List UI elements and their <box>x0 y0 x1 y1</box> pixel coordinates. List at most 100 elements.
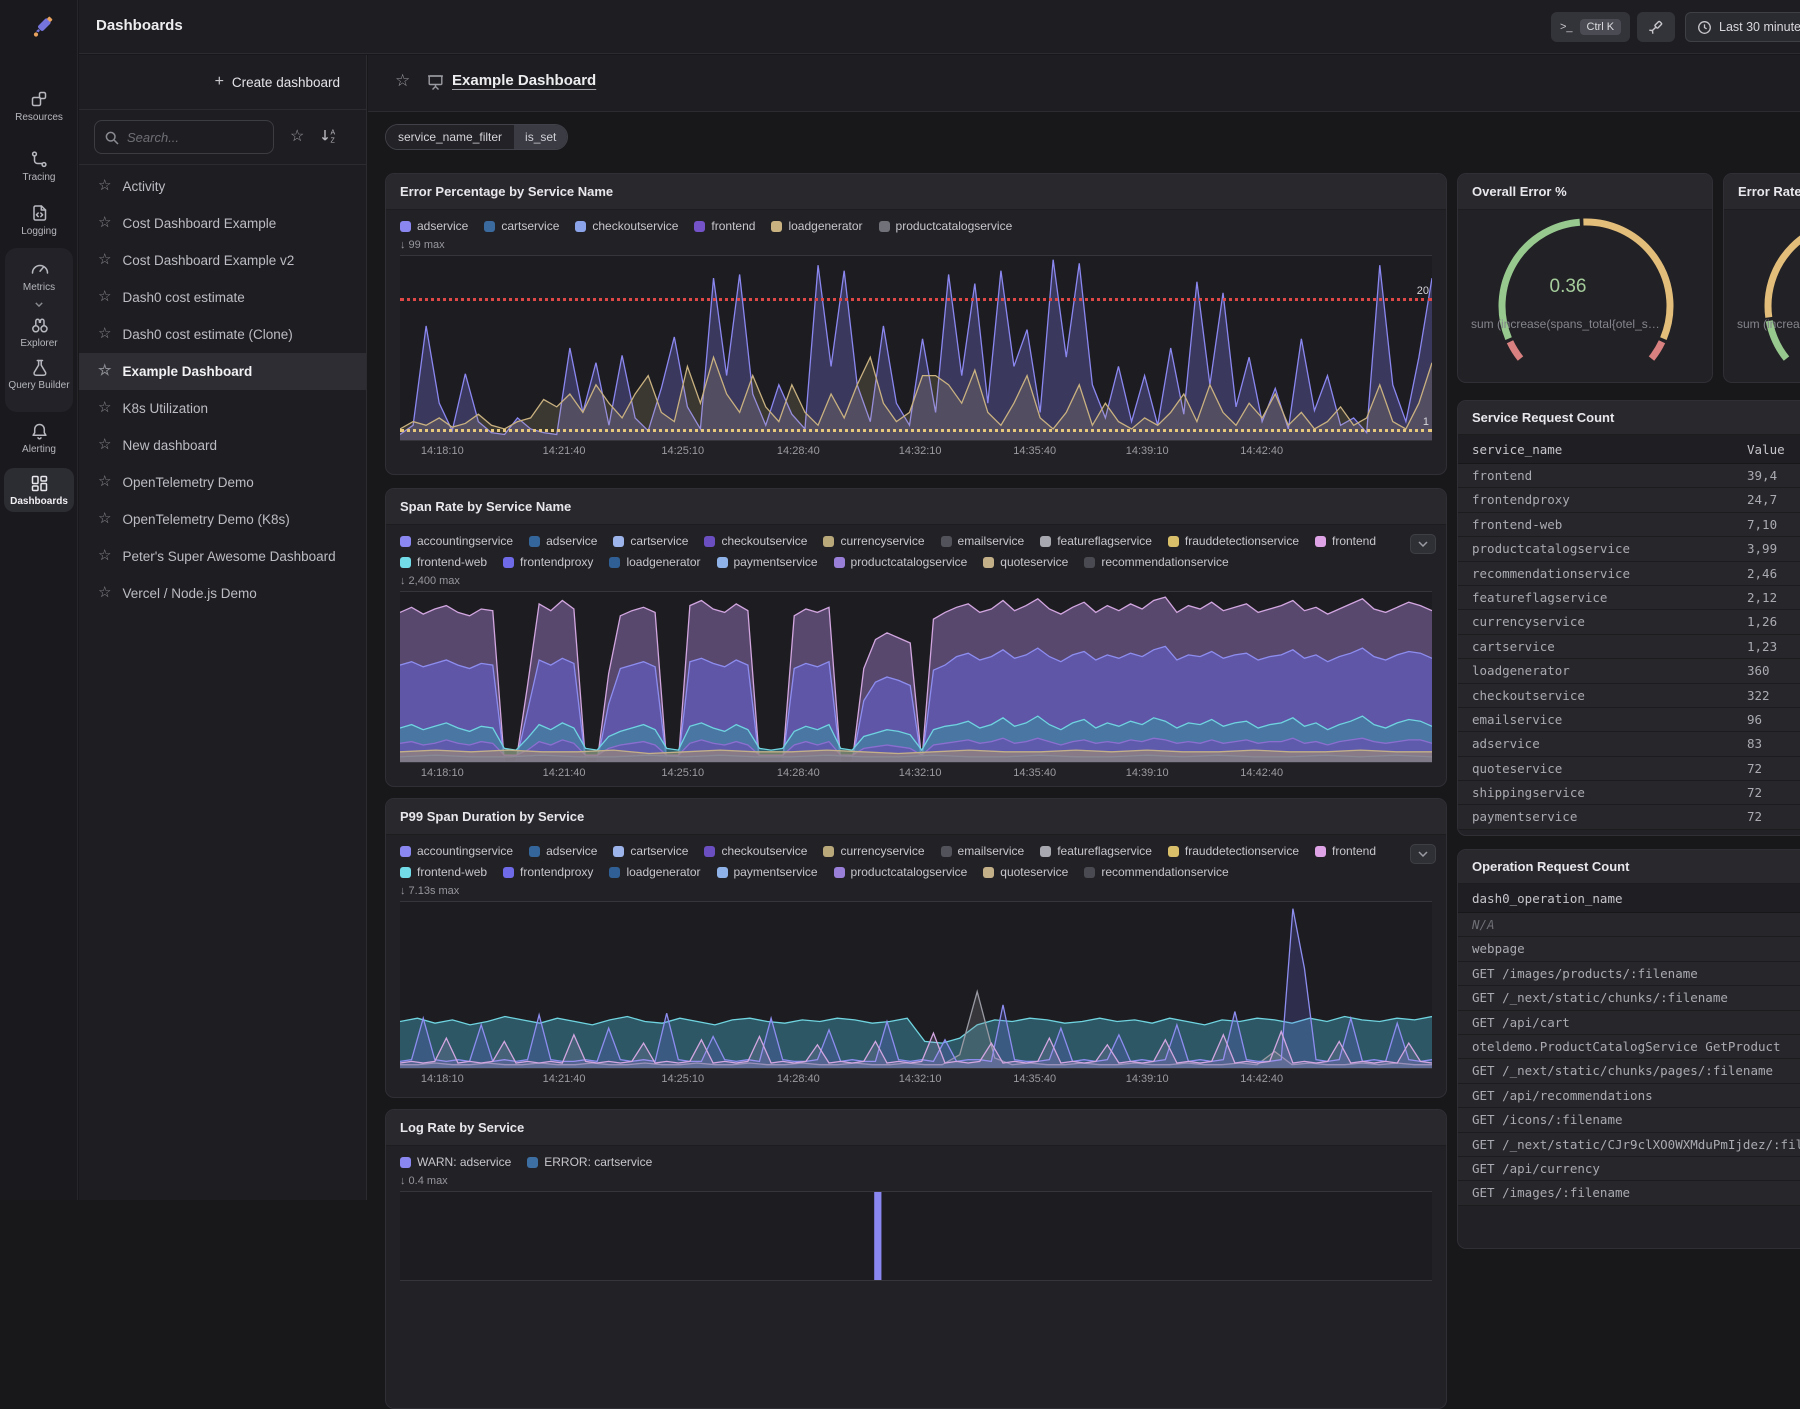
star-icon[interactable]: ☆ <box>98 547 111 565</box>
rail-item-resources[interactable]: Resources <box>4 84 74 128</box>
sidebar-item-peter-s-super-awesome-dashboard[interactable]: ☆Peter's Super Awesome Dashboard <box>79 538 366 575</box>
dash0-logo-icon[interactable] <box>21 12 57 53</box>
legend-item-loadgenerator[interactable]: loadgenerator <box>609 555 700 569</box>
legend-item-adservice[interactable]: adservice <box>400 219 468 233</box>
chart-plot-area[interactable]: 201 <box>400 255 1432 441</box>
legend-item-adservice[interactable]: adservice <box>529 844 597 858</box>
legend-item-cartservice[interactable]: cartservice <box>484 219 559 233</box>
table-row[interactable]: paymentservice72 <box>1458 805 1800 829</box>
legend-item-quoteservice[interactable]: quoteservice <box>983 555 1068 569</box>
search-input[interactable] <box>95 121 273 153</box>
star-icon[interactable]: ☆ <box>98 399 111 417</box>
legend-item-checkoutservice[interactable]: checkoutservice <box>575 219 678 233</box>
legend-item-frontend-web[interactable]: frontend-web <box>400 865 487 879</box>
table-row[interactable]: GET /_next/static/chunks/pages/:filename <box>1458 1059 1800 1083</box>
legend-item-frontend[interactable]: frontend <box>1315 844 1376 858</box>
favorite-star-icon[interactable]: ☆ <box>395 71 410 91</box>
table-row[interactable]: GET /icons/:filename <box>1458 1108 1800 1132</box>
legend-item-error-cartservice[interactable]: ERROR: cartservice <box>527 1155 652 1169</box>
table-row[interactable]: recommendationservice2,46 <box>1458 562 1800 586</box>
table-row[interactable]: productcatalogservice3,99 <box>1458 537 1800 561</box>
star-icon[interactable]: ☆ <box>98 473 111 491</box>
table-row[interactable]: quoteservice72 <box>1458 757 1800 781</box>
star-icon[interactable]: ☆ <box>98 362 111 380</box>
sidebar-item-dash0-cost-estimate-clone[interactable]: ☆Dash0 cost estimate (Clone) <box>79 316 366 353</box>
legend-expand-button[interactable] <box>1410 534 1436 554</box>
legend-item-productcatalogservice[interactable]: productcatalogservice <box>834 555 968 569</box>
rail-item-dashboards[interactable]: Dashboards <box>4 468 74 512</box>
legend-item-loadgenerator[interactable]: loadgenerator <box>609 865 700 879</box>
legend-item-emailservice[interactable]: emailservice <box>941 844 1025 858</box>
telescope-button[interactable] <box>1637 12 1675 42</box>
legend-item-accountingservice[interactable]: accountingservice <box>400 844 513 858</box>
legend-expand-button[interactable] <box>1410 844 1436 864</box>
star-icon[interactable]: ☆ <box>98 584 111 602</box>
time-range-button[interactable]: Last 30 minutes <box>1685 12 1800 42</box>
star-icon[interactable]: ☆ <box>98 436 111 454</box>
star-icon[interactable]: ☆ <box>98 288 111 306</box>
legend-item-quoteservice[interactable]: quoteservice <box>983 865 1068 879</box>
legend-item-frontend-web[interactable]: frontend-web <box>400 555 487 569</box>
star-icon[interactable]: ☆ <box>98 325 111 343</box>
chart-plot-area[interactable] <box>400 901 1432 1069</box>
legend-item-frontendproxy[interactable]: frontendproxy <box>503 555 593 569</box>
legend-item-recommendationservice[interactable]: recommendationservice <box>1084 865 1228 879</box>
table-row[interactable]: checkoutservice322 <box>1458 684 1800 708</box>
table-row[interactable]: frontend-web7,10 <box>1458 513 1800 537</box>
legend-item-featureflagservice[interactable]: featureflagservice <box>1040 844 1152 858</box>
table-row[interactable]: frontendproxy24,7 <box>1458 488 1800 512</box>
chart-plot-area[interactable] <box>400 591 1432 763</box>
command-palette-button[interactable]: >_ Ctrl K <box>1551 12 1630 42</box>
legend-item-productcatalogservice[interactable]: productcatalogservice <box>879 219 1013 233</box>
table-row[interactable]: webpage <box>1458 937 1800 961</box>
star-icon[interactable]: ☆ <box>98 177 111 195</box>
sidebar-item-new-dashboard[interactable]: ☆New dashboard <box>79 427 366 464</box>
rail-item-query-builder[interactable]: Query Builder <box>4 352 74 396</box>
legend-item-warn-adservice[interactable]: WARN: adservice <box>400 1155 511 1169</box>
table-row[interactable]: shippingservice72 <box>1458 781 1800 805</box>
star-icon[interactable]: ☆ <box>98 214 111 232</box>
table-row[interactable]: oteldemo.ProductCatalogService GetProduc… <box>1458 1035 1800 1059</box>
rail-item-alerting[interactable]: Alerting <box>4 416 74 460</box>
sidebar-item-cost-dashboard-example-v2[interactable]: ☆Cost Dashboard Example v2 <box>79 242 366 279</box>
table-row[interactable]: GET /_next/static/chunks/:filename <box>1458 986 1800 1010</box>
table-row[interactable]: loadgenerator360 <box>1458 659 1800 683</box>
table-row[interactable]: featureflagservice2,12 <box>1458 586 1800 610</box>
legend-item-recommendationservice[interactable]: recommendationservice <box>1084 555 1228 569</box>
legend-item-cartservice[interactable]: cartservice <box>613 844 688 858</box>
create-dashboard-button[interactable]: + Create dashboard <box>79 55 366 110</box>
sidebar-item-example-dashboard[interactable]: ☆Example Dashboard <box>79 353 366 390</box>
legend-item-currencyservice[interactable]: currencyservice <box>823 844 924 858</box>
legend-item-checkoutservice[interactable]: checkoutservice <box>704 534 807 548</box>
rail-item-tracing[interactable]: Tracing <box>4 144 74 188</box>
legend-item-frauddetectionservice[interactable]: frauddetectionservice <box>1168 844 1299 858</box>
table-row[interactable]: emailservice96 <box>1458 708 1800 732</box>
sidebar-item-opentelemetry-demo[interactable]: ☆OpenTelemetry Demo <box>79 464 366 501</box>
sidebar-item-cost-dashboard-example[interactable]: ☆Cost Dashboard Example <box>79 205 366 242</box>
sidebar-item-activity[interactable]: ☆Activity <box>79 168 366 205</box>
sidebar-item-k8s-utilization[interactable]: ☆K8s Utilization <box>79 390 366 427</box>
sidebar-item-vercel-node-js-demo[interactable]: ☆Vercel / Node.js Demo <box>79 575 366 612</box>
favorites-filter-star-icon[interactable]: ☆ <box>290 129 304 145</box>
legend-item-adservice[interactable]: adservice <box>529 534 597 548</box>
legend-item-featureflagservice[interactable]: featureflagservice <box>1040 534 1152 548</box>
table-row[interactable]: GET /_next/static/CJr9clXO0WXMduPmIjdez/… <box>1458 1133 1800 1157</box>
chart-plot-area[interactable] <box>400 1191 1432 1281</box>
legend-item-frontend[interactable]: frontend <box>1315 534 1376 548</box>
table-row[interactable]: adservice83 <box>1458 732 1800 756</box>
sidebar-item-opentelemetry-demo-k8s[interactable]: ☆OpenTelemetry Demo (K8s) <box>79 501 366 538</box>
legend-item-accountingservice[interactable]: accountingservice <box>400 534 513 548</box>
legend-item-frauddetectionservice[interactable]: frauddetectionservice <box>1168 534 1299 548</box>
legend-item-paymentservice[interactable]: paymentservice <box>717 865 818 879</box>
legend-item-currencyservice[interactable]: currencyservice <box>823 534 924 548</box>
table-row[interactable]: GET /images/:filename <box>1458 1181 1800 1205</box>
legend-item-frontendproxy[interactable]: frontendproxy <box>503 865 593 879</box>
legend-item-frontend[interactable]: frontend <box>694 219 755 233</box>
star-icon[interactable]: ☆ <box>98 251 111 269</box>
legend-item-checkoutservice[interactable]: checkoutservice <box>704 844 807 858</box>
table-row[interactable]: GET /api/cart <box>1458 1011 1800 1035</box>
legend-item-loadgenerator[interactable]: loadgenerator <box>771 219 862 233</box>
sort-icon[interactable]: A Z <box>320 127 338 148</box>
rail-item-logging[interactable]: Logging <box>4 198 74 242</box>
legend-item-emailservice[interactable]: emailservice <box>941 534 1025 548</box>
